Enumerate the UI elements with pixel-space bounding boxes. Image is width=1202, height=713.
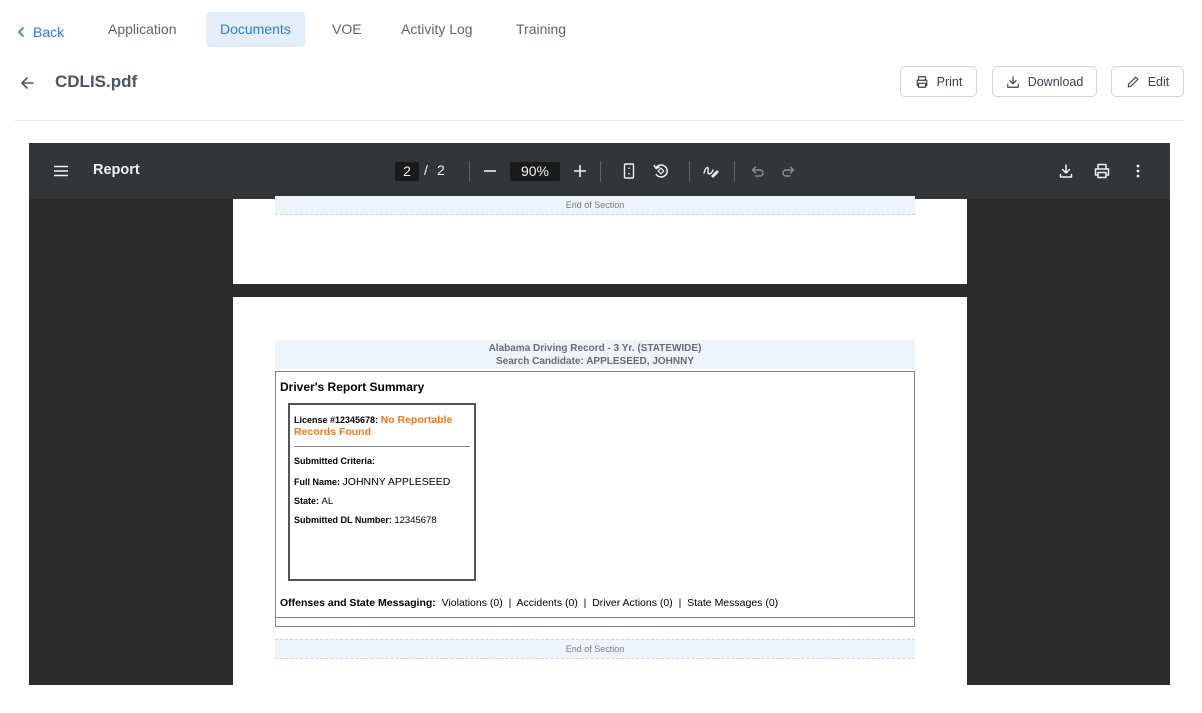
viewer-toolbar: Report 2 / 2 90% [29,143,1170,199]
state-label: State: [294,496,320,506]
pdf-page-2: Alabama Driving Record - 3 Yr. (STATEWID… [233,297,967,685]
rotate-icon[interactable] [651,161,671,181]
zoom-out-icon[interactable] [480,161,500,181]
full-name-value: JOHNNY APPLESEED [342,476,451,488]
license-label: License #12345678: [294,415,379,425]
printer-icon [916,75,928,88]
zoom-level[interactable]: 90% [510,162,560,181]
pencil-icon [1127,76,1139,87]
license-status-line: License #12345678: No Reportable Records… [294,414,464,438]
viewer-title: Report [93,162,140,178]
back-label: Back [33,24,65,40]
top-nav: Back Application Documents VOE Activity … [0,0,1202,60]
divider [15,120,1184,121]
report-summary-box: Driver's Report Summary License #1234567… [275,371,915,627]
tab-training[interactable]: Training [502,12,580,47]
record-title: Alabama Driving Record - 3 Yr. (STATEWID… [488,343,702,354]
more-vertical-icon[interactable] [1128,161,1148,181]
fit-page-icon[interactable] [619,161,639,181]
summary-title: Driver's Report Summary [280,380,425,394]
toolbar-separator [469,161,470,182]
page-separator: / [424,162,428,178]
tab-activity-log[interactable]: Activity Log [387,12,487,47]
back-link[interactable]: Back [15,22,64,42]
download-button[interactable]: Download [992,66,1097,97]
zoom-in-icon[interactable] [570,161,590,181]
download-label: Download [1027,74,1084,89]
download-icon [1006,75,1019,88]
toolbar-separator [734,161,735,182]
toolbar-separator [600,161,601,182]
chevron-left-icon [18,27,24,37]
criteria-heading: Submitted Criteria: [294,456,376,466]
record-header: Alabama Driving Record - 3 Yr. (STATEWID… [275,340,915,369]
criteria-dl-number: Submitted DL Number: 12345678 [294,515,437,526]
end-of-section: End of Section [275,196,915,215]
dl-label: Submitted DL Number: [294,515,392,525]
offenses-line: Offenses and State Messaging: Violations… [280,597,778,609]
print-label: Print [936,74,963,89]
undo-icon[interactable] [747,161,767,181]
pdf-page-1: End of Section [233,196,967,284]
arrow-left-icon[interactable] [18,74,36,92]
annotate-icon[interactable] [701,161,721,181]
tab-application[interactable]: Application [94,12,191,47]
redo-icon[interactable] [779,161,799,181]
tab-voe[interactable]: VOE [318,12,376,47]
summary-bottom-rule [276,617,914,618]
edit-label: Edit [1147,74,1170,89]
download-icon[interactable] [1056,161,1076,181]
tab-documents[interactable]: Documents [206,12,305,47]
offenses-label: Offenses and State Messaging: [280,597,436,609]
dl-value: 12345678 [394,515,437,526]
printer-icon[interactable] [1092,161,1112,181]
search-candidate: Search Candidate: APPLESEED, JOHNNY [495,356,694,367]
page-number-input[interactable]: 2 [395,162,419,181]
full-name-label: Full Name: [294,477,341,487]
toolbar-separator [689,161,690,182]
menu-icon[interactable] [51,161,71,181]
print-button[interactable]: Print [900,66,977,97]
license-box: License #12345678: No Reportable Records… [288,403,476,581]
page-total: 2 [437,162,445,178]
state-value: AL [321,496,334,507]
pdf-viewer[interactable]: Report 2 / 2 90% End of Section Alabama … [29,143,1170,685]
end-of-section: End of Section [275,639,915,659]
license-divider [294,446,470,447]
edit-button[interactable]: Edit [1111,66,1184,97]
offenses-values: Violations (0) | Accidents (0) | Driver … [441,597,779,609]
page-title: CDLIS.pdf [55,72,138,91]
criteria-full-name: Full Name: JOHNNY APPLESEED [294,476,450,488]
criteria-state: State: AL [294,496,333,507]
